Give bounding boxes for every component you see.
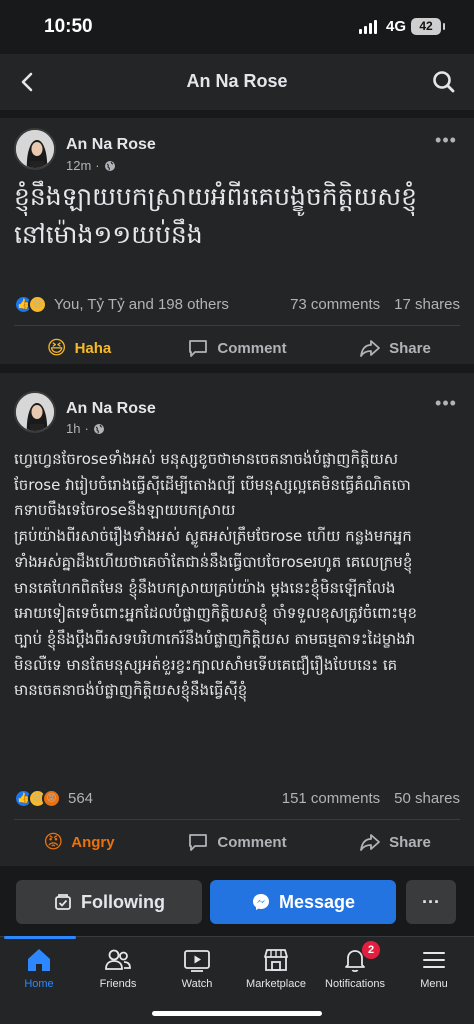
post-meta: 12m · <box>66 158 116 173</box>
friends-icon <box>105 949 131 970</box>
post-options-button[interactable]: ••• <box>432 131 460 154</box>
share-count[interactable]: 17 shares <box>394 296 460 313</box>
menu-icon <box>423 952 445 968</box>
globe-icon <box>93 423 104 434</box>
reaction-button[interactable]: 😡 Angry <box>0 820 158 864</box>
comment-icon <box>189 340 208 357</box>
post-text: ហ្វេហ្វេនចែroseទាំងអស់ មនុស្សខូចថាមានចេត… <box>14 450 417 700</box>
avatar[interactable] <box>14 391 56 433</box>
post-meta: 1h · <box>66 421 105 436</box>
post-actions: 😆 Haha Comment Share <box>0 326 474 370</box>
post-author[interactable]: An Na Rose <box>66 400 156 418</box>
angry-icon: 😡 <box>43 831 64 853</box>
share-icon <box>360 834 381 851</box>
share-button[interactable]: Share <box>316 820 474 864</box>
haha-icon: 😆 <box>46 337 67 359</box>
reactions-summary[interactable]: 👍 😆 You, Tỷ Tỷ and 198 others 73 comment… <box>14 293 460 315</box>
tab-friends[interactable]: Friends <box>73 945 163 990</box>
watch-icon <box>184 950 210 972</box>
reaction-names[interactable]: You, Tỷ Tỷ and 198 others <box>54 296 229 313</box>
share-icon <box>360 340 381 357</box>
comment-icon <box>189 834 208 851</box>
more-options-button[interactable]: ··· <box>406 880 456 924</box>
post-time: 12m <box>66 158 92 173</box>
avatar[interactable] <box>14 128 56 170</box>
post-actions: 😡 Angry Comment Share <box>0 820 474 864</box>
network-type: 4G <box>386 18 407 35</box>
status-time: 10:50 <box>44 16 93 37</box>
messenger-icon <box>252 894 269 910</box>
reaction-icons: 👍 😆 <box>14 294 47 314</box>
tab-watch[interactable]: Watch <box>152 945 242 990</box>
post-card: An Na Rose 12m · ••• ខ្ញុំនឹងឡាយបកស្រាយអំ… <box>0 118 474 364</box>
tab-notifications[interactable]: Notifications 2 <box>310 941 400 990</box>
post-options-button[interactable]: ••• <box>432 394 460 417</box>
active-tab-indicator <box>4 936 76 939</box>
home-indicator <box>152 1011 322 1016</box>
following-check-icon <box>55 894 71 910</box>
battery-icon: 42 <box>411 18 445 35</box>
message-button[interactable]: Message <box>210 880 396 924</box>
share-count[interactable]: 50 shares <box>394 790 460 807</box>
home-icon <box>28 949 50 971</box>
share-button[interactable]: Share <box>316 326 474 370</box>
comment-count[interactable]: 73 comments <box>290 296 380 313</box>
reactions-summary[interactable]: 👍 😆 😡 564 151 comments 50 shares <box>14 787 460 809</box>
reaction-icons: 👍 😆 😡 <box>14 788 61 808</box>
profile-actions: Following Message ··· <box>0 880 474 924</box>
reaction-button[interactable]: 😆 Haha <box>0 326 158 370</box>
signal-icon <box>359 20 377 34</box>
reaction-count[interactable]: 564 <box>68 790 93 807</box>
tab-marketplace[interactable]: Marketplace <box>231 945 321 990</box>
comment-count[interactable]: 151 comments <box>282 790 380 807</box>
haha-icon: 😆 <box>28 294 47 314</box>
bottom-tab-bar: Home Friends Watch Marketplace Notificat… <box>0 936 474 1024</box>
globe-icon <box>104 160 115 171</box>
following-button[interactable]: Following <box>16 880 202 924</box>
profile-header: An Na Rose <box>0 54 474 110</box>
comment-button[interactable]: Comment <box>158 820 316 864</box>
search-button[interactable] <box>426 64 462 100</box>
post-text: ខ្ញុំនឹងឡាយបកស្រាយអំពីរគេបង្ខូចកិត្តិយសខ… <box>14 182 417 249</box>
comment-button[interactable]: Comment <box>158 326 316 370</box>
search-icon <box>433 71 455 93</box>
post-card: An Na Rose 1h · ••• ហ្វេហ្វេនចែroseទាំងអស… <box>0 373 474 866</box>
post-author[interactable]: An Na Rose <box>66 136 156 154</box>
tab-home[interactable]: Home <box>0 945 84 990</box>
angry-icon: 😡 <box>42 788 61 808</box>
page-title: An Na Rose <box>186 71 288 91</box>
status-bar: 10:50 4G 42 <box>0 0 474 54</box>
notification-badge: 2 <box>362 941 380 959</box>
tab-menu[interactable]: Menu <box>389 945 474 990</box>
post-time: 1h <box>66 421 81 436</box>
marketplace-icon <box>264 949 288 971</box>
